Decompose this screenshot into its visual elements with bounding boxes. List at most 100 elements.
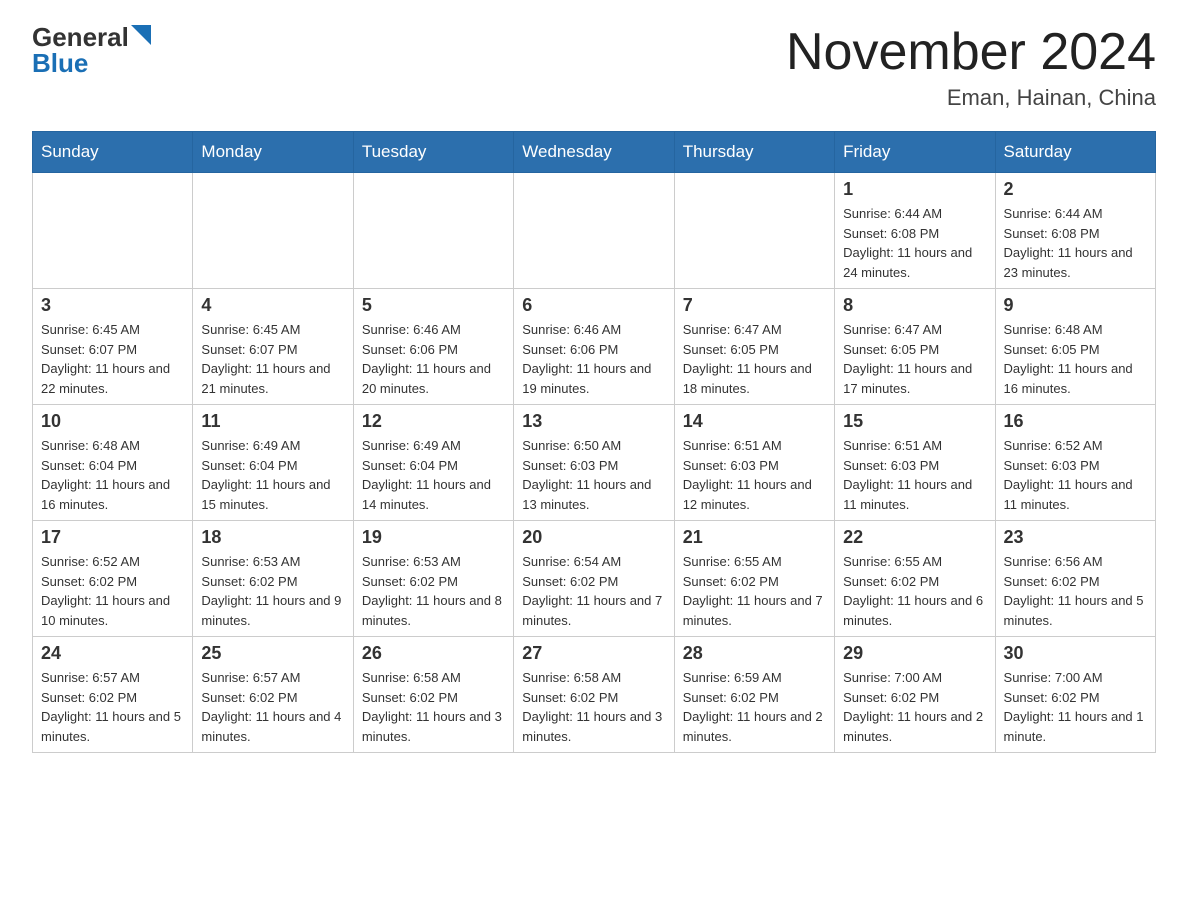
day-number: 19 bbox=[362, 527, 505, 548]
calendar-cell: 30Sunrise: 7:00 AM Sunset: 6:02 PM Dayli… bbox=[995, 637, 1155, 753]
logo-blue-text: Blue bbox=[32, 50, 88, 76]
day-info: Sunrise: 6:44 AM Sunset: 6:08 PM Dayligh… bbox=[843, 204, 986, 282]
calendar-cell bbox=[353, 173, 513, 289]
day-number: 16 bbox=[1004, 411, 1147, 432]
day-info: Sunrise: 6:58 AM Sunset: 6:02 PM Dayligh… bbox=[522, 668, 665, 746]
day-info: Sunrise: 6:45 AM Sunset: 6:07 PM Dayligh… bbox=[201, 320, 344, 398]
logo-general-text: General bbox=[32, 24, 129, 50]
week-row-4: 17 Sunrise: 6:52 AM Sunset: 6:02 PM Dayli… bbox=[33, 521, 1156, 637]
day-info: Sunrise: 6:59 AM Sunset: 6:02 PM Dayligh… bbox=[683, 668, 826, 746]
day-number: 14 bbox=[683, 411, 826, 432]
calendar-cell: 21Sunrise: 6:55 AM Sunset: 6:02 PM Dayli… bbox=[674, 521, 834, 637]
calendar-cell: 4 Sunrise: 6:45 AM Sunset: 6:07 PM Daylig… bbox=[193, 289, 353, 405]
day-number: 7 bbox=[683, 295, 826, 316]
calendar-cell bbox=[514, 173, 674, 289]
calendar-cell: 16 Sunrise: 6:52 AM Sunset: 6:03 PM Dayli… bbox=[995, 405, 1155, 521]
calendar-table: Sunday Monday Tuesday Wednesday Thursday… bbox=[32, 131, 1156, 753]
day-info: Sunrise: 6:55 AM Sunset: 6:02 PM Dayligh… bbox=[683, 552, 826, 630]
calendar-cell: 23 Sunrise: 6:56 AM Sunset: 6:02 PM Dayli… bbox=[995, 521, 1155, 637]
day-number: 26 bbox=[362, 643, 505, 664]
days-header-row: Sunday Monday Tuesday Wednesday Thursday… bbox=[33, 132, 1156, 173]
calendar-cell: 13 Sunrise: 6:50 AM Sunset: 6:03 PM Dayli… bbox=[514, 405, 674, 521]
day-number: 6 bbox=[522, 295, 665, 316]
calendar-cell: 6 Sunrise: 6:46 AM Sunset: 6:06 PM Daylig… bbox=[514, 289, 674, 405]
week-row-3: 10 Sunrise: 6:48 AM Sunset: 6:04 PM Dayli… bbox=[33, 405, 1156, 521]
calendar-cell: 7Sunrise: 6:47 AM Sunset: 6:05 PM Daylig… bbox=[674, 289, 834, 405]
calendar-cell: 22Sunrise: 6:55 AM Sunset: 6:02 PM Dayli… bbox=[835, 521, 995, 637]
day-number: 18 bbox=[201, 527, 344, 548]
day-info: Sunrise: 6:49 AM Sunset: 6:04 PM Dayligh… bbox=[362, 436, 505, 514]
calendar-cell: 18 Sunrise: 6:53 AM Sunset: 6:02 PM Dayli… bbox=[193, 521, 353, 637]
day-info: Sunrise: 6:46 AM Sunset: 6:06 PM Dayligh… bbox=[362, 320, 505, 398]
day-number: 30 bbox=[1004, 643, 1147, 664]
day-info: Sunrise: 6:57 AM Sunset: 6:02 PM Dayligh… bbox=[41, 668, 184, 746]
day-info: Sunrise: 6:52 AM Sunset: 6:03 PM Dayligh… bbox=[1004, 436, 1147, 514]
header-wednesday: Wednesday bbox=[514, 132, 674, 173]
calendar-cell: 8Sunrise: 6:47 AM Sunset: 6:05 PM Daylig… bbox=[835, 289, 995, 405]
week-row-5: 24Sunrise: 6:57 AM Sunset: 6:02 PM Dayli… bbox=[33, 637, 1156, 753]
day-number: 2 bbox=[1004, 179, 1147, 200]
header-tuesday: Tuesday bbox=[353, 132, 513, 173]
calendar-cell: 27 Sunrise: 6:58 AM Sunset: 6:02 PM Dayli… bbox=[514, 637, 674, 753]
day-number: 4 bbox=[201, 295, 344, 316]
day-number: 27 bbox=[522, 643, 665, 664]
day-info: Sunrise: 6:51 AM Sunset: 6:03 PM Dayligh… bbox=[843, 436, 986, 514]
day-number: 23 bbox=[1004, 527, 1147, 548]
calendar-cell: 19 Sunrise: 6:53 AM Sunset: 6:02 PM Dayli… bbox=[353, 521, 513, 637]
calendar-cell: 9 Sunrise: 6:48 AM Sunset: 6:05 PM Daylig… bbox=[995, 289, 1155, 405]
calendar-cell: 25 Sunrise: 6:57 AM Sunset: 6:02 PM Dayli… bbox=[193, 637, 353, 753]
day-number: 17 bbox=[41, 527, 184, 548]
logo: General Blue bbox=[32, 24, 151, 76]
calendar-cell: 17 Sunrise: 6:52 AM Sunset: 6:02 PM Dayli… bbox=[33, 521, 193, 637]
location-title: Eman, Hainan, China bbox=[786, 85, 1156, 111]
header: General Blue November 2024 Eman, Hainan,… bbox=[32, 24, 1156, 111]
calendar-cell: 28 Sunrise: 6:59 AM Sunset: 6:02 PM Dayli… bbox=[674, 637, 834, 753]
day-info: Sunrise: 6:46 AM Sunset: 6:06 PM Dayligh… bbox=[522, 320, 665, 398]
day-info: Sunrise: 6:48 AM Sunset: 6:05 PM Dayligh… bbox=[1004, 320, 1147, 398]
day-info: Sunrise: 7:00 AM Sunset: 6:02 PM Dayligh… bbox=[843, 668, 986, 746]
logo-arrow-icon bbox=[131, 25, 151, 45]
day-info: Sunrise: 6:48 AM Sunset: 6:04 PM Dayligh… bbox=[41, 436, 184, 514]
day-number: 5 bbox=[362, 295, 505, 316]
calendar-cell: 3 Sunrise: 6:45 AM Sunset: 6:07 PM Daylig… bbox=[33, 289, 193, 405]
day-info: Sunrise: 6:53 AM Sunset: 6:02 PM Dayligh… bbox=[201, 552, 344, 630]
day-number: 20 bbox=[522, 527, 665, 548]
calendar-cell: 24Sunrise: 6:57 AM Sunset: 6:02 PM Dayli… bbox=[33, 637, 193, 753]
header-sunday: Sunday bbox=[33, 132, 193, 173]
header-monday: Monday bbox=[193, 132, 353, 173]
calendar-cell: 11 Sunrise: 6:49 AM Sunset: 6:04 PM Dayli… bbox=[193, 405, 353, 521]
day-info: Sunrise: 6:52 AM Sunset: 6:02 PM Dayligh… bbox=[41, 552, 184, 630]
header-saturday: Saturday bbox=[995, 132, 1155, 173]
day-info: Sunrise: 6:45 AM Sunset: 6:07 PM Dayligh… bbox=[41, 320, 184, 398]
title-area: November 2024 Eman, Hainan, China bbox=[786, 24, 1156, 111]
day-info: Sunrise: 6:44 AM Sunset: 6:08 PM Dayligh… bbox=[1004, 204, 1147, 282]
day-info: Sunrise: 6:49 AM Sunset: 6:04 PM Dayligh… bbox=[201, 436, 344, 514]
day-number: 25 bbox=[201, 643, 344, 664]
day-number: 15 bbox=[843, 411, 986, 432]
day-info: Sunrise: 6:55 AM Sunset: 6:02 PM Dayligh… bbox=[843, 552, 986, 630]
day-info: Sunrise: 6:54 AM Sunset: 6:02 PM Dayligh… bbox=[522, 552, 665, 630]
day-info: Sunrise: 6:50 AM Sunset: 6:03 PM Dayligh… bbox=[522, 436, 665, 514]
day-info: Sunrise: 6:58 AM Sunset: 6:02 PM Dayligh… bbox=[362, 668, 505, 746]
day-info: Sunrise: 6:57 AM Sunset: 6:02 PM Dayligh… bbox=[201, 668, 344, 746]
day-number: 11 bbox=[201, 411, 344, 432]
calendar-cell: 29Sunrise: 7:00 AM Sunset: 6:02 PM Dayli… bbox=[835, 637, 995, 753]
day-number: 3 bbox=[41, 295, 184, 316]
day-info: Sunrise: 6:56 AM Sunset: 6:02 PM Dayligh… bbox=[1004, 552, 1147, 630]
day-number: 1 bbox=[843, 179, 986, 200]
day-number: 9 bbox=[1004, 295, 1147, 316]
calendar-cell: 15 Sunrise: 6:51 AM Sunset: 6:03 PM Dayli… bbox=[835, 405, 995, 521]
calendar-cell bbox=[193, 173, 353, 289]
calendar-cell: 1 Sunrise: 6:44 AM Sunset: 6:08 PM Daylig… bbox=[835, 173, 995, 289]
day-number: 13 bbox=[522, 411, 665, 432]
day-info: Sunrise: 6:53 AM Sunset: 6:02 PM Dayligh… bbox=[362, 552, 505, 630]
header-thursday: Thursday bbox=[674, 132, 834, 173]
calendar-cell: 20 Sunrise: 6:54 AM Sunset: 6:02 PM Dayli… bbox=[514, 521, 674, 637]
calendar-cell bbox=[33, 173, 193, 289]
month-title: November 2024 bbox=[786, 24, 1156, 81]
calendar-cell: 14 Sunrise: 6:51 AM Sunset: 6:03 PM Dayli… bbox=[674, 405, 834, 521]
day-number: 8 bbox=[843, 295, 986, 316]
day-number: 28 bbox=[683, 643, 826, 664]
day-number: 10 bbox=[41, 411, 184, 432]
day-info: Sunrise: 6:51 AM Sunset: 6:03 PM Dayligh… bbox=[683, 436, 826, 514]
